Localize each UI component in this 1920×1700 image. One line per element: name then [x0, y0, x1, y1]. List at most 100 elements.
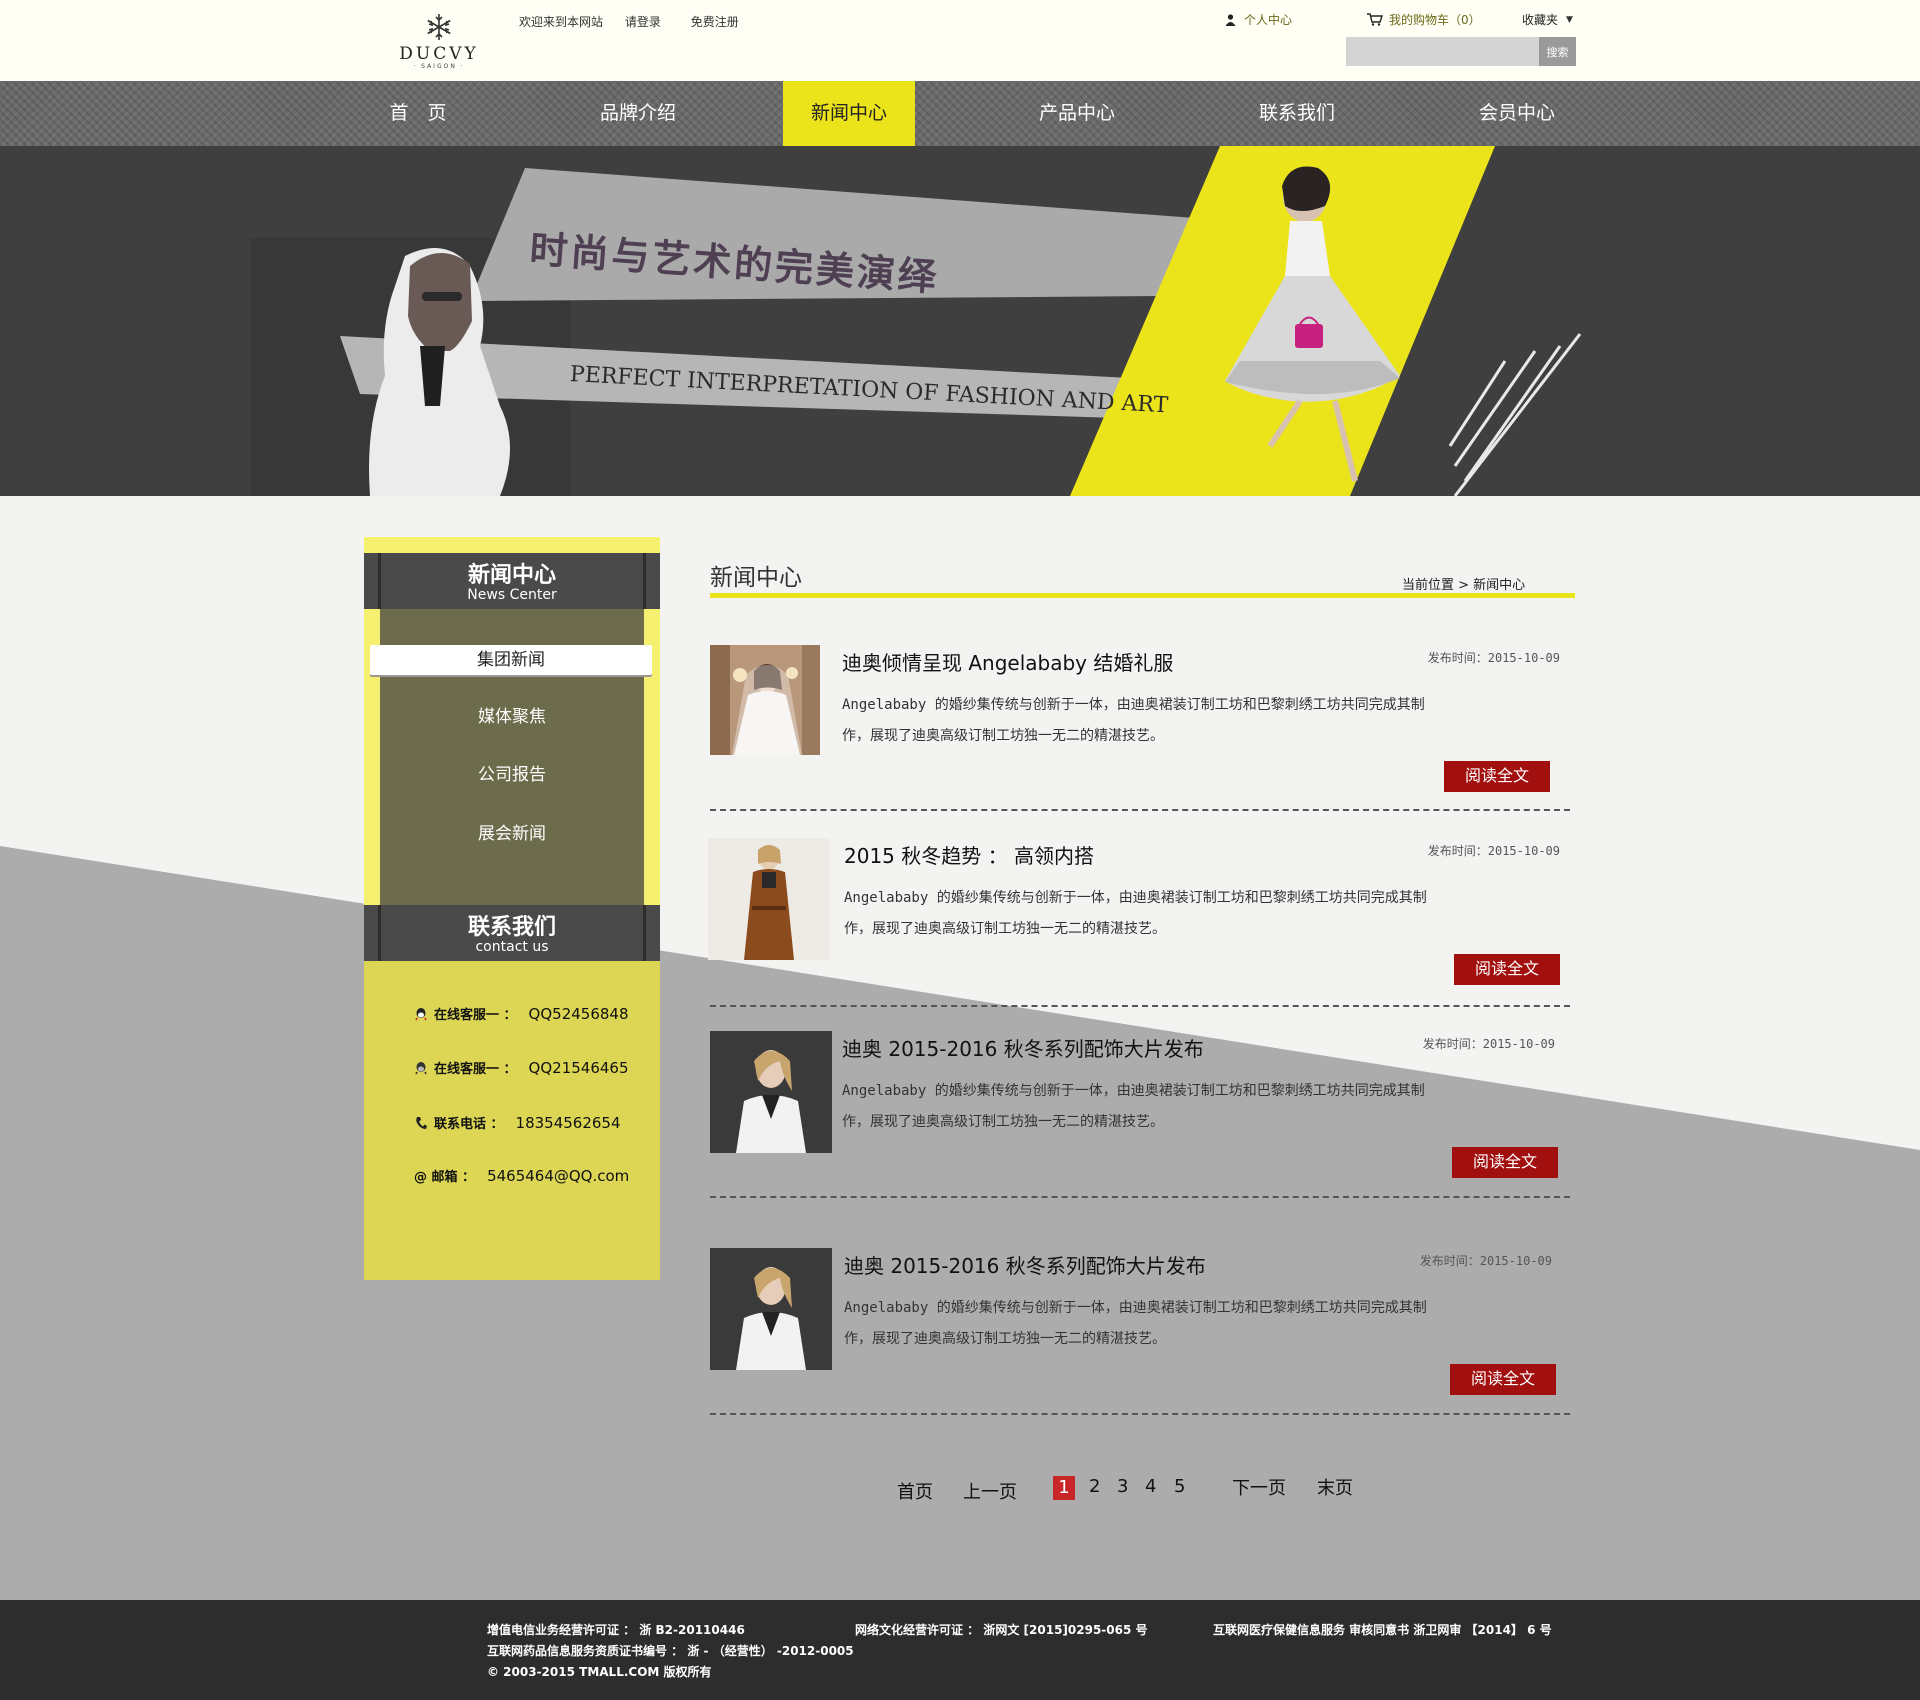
contact-label: 在线客服一 ：: [434, 1008, 517, 1023]
news-title-link[interactable]: 迪奥倾情呈现 Angelababy 结婚礼服: [842, 647, 1173, 676]
nav-item-news[interactable]: 新闻中心: [783, 81, 915, 146]
welcome-text: 欢迎来到本网站: [519, 15, 604, 29]
logo-sub: · SAIGON ·: [413, 63, 465, 70]
news-summary: Angelababy 的婚纱集传统与创新于一体，由迪奥裙装订制工坊和巴黎刺绣工坊…: [842, 1083, 1425, 1130]
pagination-page[interactable]: 2: [1089, 1476, 1100, 1497]
snowflake-logo-icon: [427, 14, 451, 40]
cart-icon: [1367, 13, 1383, 26]
news-divider: [710, 1413, 1570, 1415]
caret-down-icon: ▼: [1566, 14, 1573, 25]
pagination-next[interactable]: 下一页: [1232, 1474, 1286, 1500]
sidebar-item-group-news[interactable]: 集团新闻: [370, 645, 652, 675]
search-input[interactable]: [1346, 37, 1539, 66]
news-title-link[interactable]: 迪奥 2015-2016 秋冬系列配饰大片发布: [842, 1033, 1204, 1062]
contact-phone[interactable]: 联系电话 ： 18354562654: [414, 1113, 621, 1132]
news-thumbnail-image[interactable]: [710, 645, 820, 755]
news-summary: Angelababy 的婚纱集传统与创新于一体，由迪奥裙装订制工坊和巴黎刺绣工坊…: [842, 697, 1425, 744]
sidebar-news-title: 新闻中心: [467, 563, 556, 588]
qq-icon: [414, 1061, 428, 1075]
nav-item-brand[interactable]: 品牌介绍: [593, 81, 683, 146]
contact-label: 联系电话 ：: [434, 1117, 504, 1132]
pagination-page[interactable]: 5: [1174, 1476, 1185, 1497]
hero-banner: 时尚与艺术的完美演绎 PERFECT INTERPRETATION OF FAS…: [0, 146, 1920, 496]
news-date: 发布时间：2015-10-09: [1419, 1254, 1552, 1268]
breadcrumb[interactable]: 当前位置 > 新闻中心: [1402, 574, 1525, 593]
pagination-last[interactable]: 末页: [1317, 1474, 1353, 1500]
news-thumbnail-image[interactable]: [710, 1248, 832, 1370]
contact-value: QQ21546465: [528, 1058, 629, 1077]
news-item: 迪奥 2015-2016 秋冬系列配饰大片发布 发布时间：2015-10-09 …: [710, 1031, 1570, 1223]
footer-copyright: © 2003-2015 TMALL.COM 版权所有: [487, 1665, 712, 1679]
title-divider: [710, 593, 1575, 598]
sidebar-menu: 集团新闻 媒体聚焦 公司报告 展会新闻: [370, 609, 652, 906]
nav-item-products[interactable]: 产品中心: [1032, 81, 1122, 146]
search-button[interactable]: 搜索: [1539, 37, 1576, 66]
sidebar-item-expo[interactable]: 展会新闻: [380, 814, 644, 854]
nav-item-home[interactable]: 首 页: [383, 81, 453, 146]
favorites-dropdown[interactable]: 收藏夹 ▼: [1522, 11, 1573, 28]
pagination-first[interactable]: 首页: [897, 1478, 933, 1504]
news-divider: [710, 1196, 1570, 1198]
news-divider: [710, 1005, 1570, 1007]
news-thumbnail-image[interactable]: [708, 838, 830, 960]
top-header: DUCVY · SAIGON · 欢迎来到本网站 请登录 免费注册 个人中心 我…: [0, 0, 1920, 81]
news-date: 发布时间：2015-10-09: [1422, 1037, 1555, 1051]
news-divider: [710, 809, 1570, 811]
pagination-prev[interactable]: 上一页: [963, 1478, 1017, 1504]
search-box: 搜索: [1346, 37, 1576, 66]
banner-graphics: [250, 146, 1582, 496]
qq-icon: [414, 1007, 428, 1021]
nav-item-member[interactable]: 会员中心: [1472, 81, 1562, 146]
contact-value: 5465464@QQ.com: [487, 1166, 630, 1185]
sidebar-contact-panel: 在线客服一 ： QQ52456848 在线客服一 ： QQ21546465 联系…: [364, 961, 660, 1280]
contact-qq-2[interactable]: 在线客服一 ： QQ21546465: [414, 1058, 629, 1077]
logo-brand: DUCVY: [399, 44, 479, 64]
pagination-page[interactable]: 3: [1117, 1476, 1128, 1497]
sidebar-contact-title: 联系我们: [467, 915, 556, 940]
sidebar-item-reports[interactable]: 公司报告: [380, 755, 644, 795]
news-title-link[interactable]: 2015 秋冬趋势 ： 高领内搭: [844, 840, 1094, 869]
contact-email[interactable]: @ 邮箱 ： 5465464@QQ.com: [414, 1166, 630, 1186]
news-summary: Angelababy 的婚纱集传统与创新于一体，由迪奥裙装订制工坊和巴黎刺绣工坊…: [844, 1300, 1427, 1347]
sidebar-contact-subtitle: contact us: [475, 939, 549, 955]
top-links: 欢迎来到本网站 请登录 免费注册: [519, 13, 757, 30]
contact-label: @ 邮箱 ：: [414, 1170, 476, 1185]
news-date: 发布时间：2015-10-09: [1427, 651, 1560, 665]
footer-license-culture: 网络文化经营许可证 ： 浙网文 [2015]0295-065 号: [855, 1623, 1148, 1637]
read-more-button[interactable]: 阅读全文: [1444, 761, 1550, 792]
register-link[interactable]: 免费注册: [691, 15, 739, 29]
pagination-page-current[interactable]: 1: [1053, 1476, 1075, 1500]
contact-value: QQ52456848: [528, 1004, 629, 1023]
read-more-button[interactable]: 阅读全文: [1454, 954, 1560, 985]
footer-license-drug: 互联网药品信息服务资质证书编号 ： 浙 - （经营性） -2012-0005: [487, 1644, 854, 1658]
cart-label: 我的购物车（0）: [1389, 13, 1481, 27]
sidebar-contact-head: 联系我们 contact us: [364, 905, 660, 961]
favorites-label: 收藏夹: [1522, 13, 1559, 27]
news-summary: Angelababy 的婚纱集传统与创新于一体，由迪奥裙装订制工坊和巴黎刺绣工坊…: [844, 890, 1427, 937]
read-more-button[interactable]: 阅读全文: [1452, 1147, 1558, 1178]
footer-license-medical: 互联网医疗保健信息服务 审核同意书 浙卫网审 【2014】 6 号: [1213, 1623, 1552, 1637]
sidebar-news-subtitle: News Center: [467, 587, 557, 603]
pagination-page[interactable]: 4: [1145, 1476, 1156, 1497]
news-title-link[interactable]: 迪奥 2015-2016 秋冬系列配饰大片发布: [844, 1250, 1206, 1279]
news-item: 迪奥倾情呈现 Angelababy 结婚礼服 发布时间：2015-10-09 A…: [710, 645, 1570, 837]
user-center-label: 个人中心: [1244, 13, 1293, 27]
user-icon: [1225, 13, 1236, 26]
contact-value: 18354562654: [515, 1113, 621, 1132]
cart-link[interactable]: 我的购物车（0）: [1367, 11, 1481, 28]
read-more-button[interactable]: 阅读全文: [1450, 1364, 1556, 1395]
login-link[interactable]: 请登录: [625, 15, 661, 29]
content-title: 新闻中心: [710, 565, 802, 591]
main-nav: 首 页 品牌介绍 新闻中心 产品中心 联系我们 会员中心: [0, 81, 1920, 146]
contact-qq-1[interactable]: 在线客服一 ： QQ52456848: [414, 1004, 629, 1023]
sidebar-item-media[interactable]: 媒体聚焦: [380, 697, 644, 737]
news-date: 发布时间：2015-10-09: [1427, 844, 1560, 858]
contact-label: 在线客服一 ：: [434, 1062, 517, 1077]
footer: 增值电信业务经营许可证 ： 浙 B2-20110446 网络文化经营许可证 ： …: [0, 1600, 1920, 1700]
site-logo[interactable]: DUCVY · SAIGON ·: [396, 12, 482, 70]
news-thumbnail-image[interactable]: [710, 1031, 832, 1153]
phone-icon: [414, 1116, 428, 1130]
banner-lines: [1448, 333, 1582, 496]
user-center-link[interactable]: 个人中心: [1225, 11, 1292, 28]
nav-item-contact[interactable]: 联系我们: [1252, 81, 1342, 146]
